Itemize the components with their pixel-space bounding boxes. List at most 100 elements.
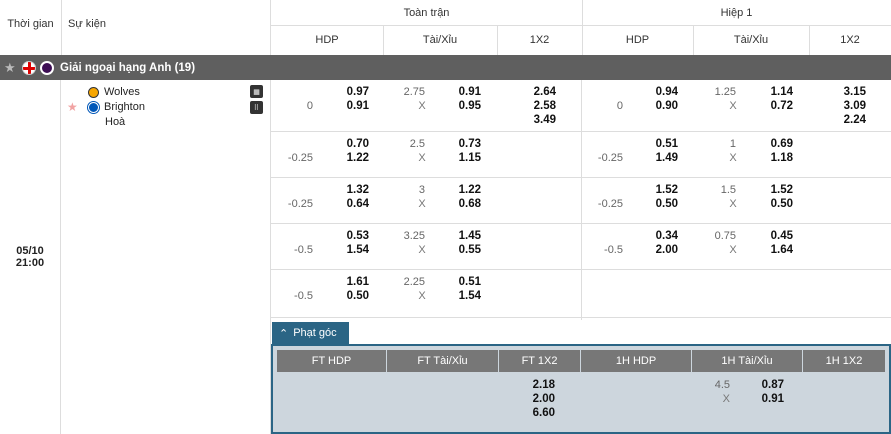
corner-header-h1-ou: 1H Tài/Xỉu	[692, 350, 803, 372]
match-date: 05/10	[16, 245, 44, 257]
ft-under-odds[interactable]: 0.95	[431, 100, 481, 112]
h1-under-odds[interactable]: 1.64	[743, 244, 793, 256]
corner-header-h1-1x2: 1H 1X2	[803, 350, 885, 372]
match-event[interactable]: Wolves ★ Brighton Hoà ▦ ⠿	[61, 80, 271, 434]
ft-hdp-away-odds[interactable]: 1.54	[319, 244, 369, 256]
sub-header-h1-ou: Tài/Xỉu	[733, 34, 769, 46]
ft-hdp-home-odds[interactable]: 0.53	[319, 230, 369, 242]
ft-away-win-odds[interactable]: 2.58	[506, 100, 556, 112]
england-flag-icon	[22, 60, 36, 75]
sub-header-ft-ou: Tài/Xỉu	[422, 34, 458, 46]
ft-ou-x: X	[418, 290, 426, 302]
h1-ou-x: X	[729, 152, 737, 164]
ft-over-odds[interactable]: 0.91	[431, 86, 481, 98]
h1-home-win-odds[interactable]: 3.15	[816, 86, 866, 98]
ft-hdp-line: -0.5	[294, 244, 313, 256]
ft-hdp-line: 0	[306, 100, 313, 112]
ft-draw-odds[interactable]: 3.49	[506, 114, 556, 126]
h1-ou-line: 1	[729, 138, 736, 150]
h1-ou-x: X	[729, 100, 737, 112]
ft-over-odds[interactable]: 1.22	[431, 184, 481, 196]
ft-over-odds[interactable]: 0.73	[431, 138, 481, 150]
ft-under-odds[interactable]: 1.54	[431, 290, 481, 302]
live-field-icon[interactable]: ⠿	[250, 101, 263, 114]
ft-home-win-odds[interactable]: 2.64	[506, 86, 556, 98]
ft-over-odds[interactable]: 1.45	[431, 230, 481, 242]
ft-ou-line: 2.75	[403, 86, 425, 98]
ft-ou-line: 2.5	[409, 138, 425, 150]
table-header: Thời gian Sự kiện Toàn trận Hiệp 1 HDP T…	[0, 0, 891, 55]
favorite-star-icon[interactable]: ★	[4, 60, 18, 76]
ft-ou-line: 3.25	[403, 230, 425, 242]
corner-ft-draw-odds[interactable]: 6.60	[505, 407, 555, 419]
h1-away-win-odds[interactable]: 3.09	[816, 100, 866, 112]
h1-ou-line: 1.5	[720, 184, 736, 196]
h1-draw-odds[interactable]: 2.24	[816, 114, 866, 126]
ft-ou-line: 3	[418, 184, 425, 196]
half1-header: Hiệp 1	[720, 6, 753, 19]
corners-tab[interactable]: ⌃ Phạt góc	[272, 322, 349, 344]
ft-ou-x: X	[418, 100, 426, 112]
h1-hdp-line: 0	[616, 100, 623, 112]
h1-hdp-line: -0.5	[604, 244, 623, 256]
time-column-header: Thời gian	[7, 18, 54, 30]
h1-under-odds[interactable]: 0.50	[743, 198, 793, 210]
draw-label: Hoà	[105, 116, 126, 128]
away-team[interactable]: Brighton	[88, 101, 145, 113]
h1-hdp-home-odds[interactable]: 0.34	[628, 230, 678, 242]
ft-over-odds[interactable]: 0.51	[431, 276, 481, 288]
ft-under-odds[interactable]: 0.68	[431, 198, 481, 210]
h1-hdp-away-odds[interactable]: 1.49	[628, 152, 678, 164]
ft-hdp-away-odds[interactable]: 0.64	[319, 198, 369, 210]
brighton-logo-icon	[88, 101, 99, 113]
home-team-name: Wolves	[104, 86, 140, 98]
corner-h1-over-odds[interactable]: 0.87	[738, 379, 784, 391]
ft-under-odds[interactable]: 1.15	[431, 152, 481, 164]
ft-hdp-home-odds[interactable]: 1.32	[319, 184, 369, 196]
h1-hdp-away-odds[interactable]: 0.50	[628, 198, 678, 210]
ft-ou-x: X	[418, 198, 426, 210]
h1-hdp-home-odds[interactable]: 1.52	[628, 184, 678, 196]
chevron-up-icon: ⌃	[279, 327, 289, 340]
sub-header-h1-1x2: 1X2	[840, 34, 860, 46]
sub-header-h1-hdp: HDP	[625, 34, 650, 46]
league-bar[interactable]: ★ Giải ngoại hạng Anh (19)	[0, 55, 891, 80]
ft-hdp-home-odds[interactable]: 0.70	[319, 138, 369, 150]
ft-hdp-away-odds[interactable]: 0.91	[319, 100, 369, 112]
event-column-header: Sự kiện	[68, 18, 106, 30]
h1-hdp-away-odds[interactable]: 0.90	[628, 100, 678, 112]
home-team[interactable]: Wolves	[88, 86, 140, 98]
corners-tab-label: Phạt góc	[293, 327, 337, 339]
ft-ou-x: X	[418, 244, 426, 256]
h1-hdp-home-odds[interactable]: 0.51	[628, 138, 678, 150]
match-kickoff: 21:00	[15, 257, 45, 269]
h1-hdp-home-odds[interactable]: 0.94	[628, 86, 678, 98]
h1-under-odds[interactable]: 1.18	[743, 152, 793, 164]
ft-under-odds[interactable]: 0.55	[431, 244, 481, 256]
corner-header-h1-hdp: 1H HDP	[581, 350, 692, 372]
ft-hdp-line: -0.5	[294, 290, 313, 302]
ft-ou-x: X	[418, 152, 426, 164]
h1-ou-x: X	[729, 198, 737, 210]
h1-over-odds[interactable]: 1.52	[743, 184, 793, 196]
corner-ft-away-odds[interactable]: 2.00	[505, 393, 555, 405]
ft-hdp-away-odds[interactable]: 1.22	[319, 152, 369, 164]
h1-ou-line: 0.75	[714, 230, 736, 242]
ft-hdp-home-odds[interactable]: 0.97	[319, 86, 369, 98]
corner-header-ft-ou: FT Tài/Xỉu	[387, 350, 499, 372]
h1-hdp-away-odds[interactable]: 2.00	[628, 244, 678, 256]
h1-ou-line: 1.25	[714, 86, 736, 98]
match-favorite-star-icon[interactable]: ★	[67, 100, 78, 114]
h1-under-odds[interactable]: 0.72	[743, 100, 793, 112]
h1-over-odds[interactable]: 0.45	[743, 230, 793, 242]
corner-h1-under-odds[interactable]: 0.91	[738, 393, 784, 405]
corners-panel: FT HDP FT Tài/Xỉu FT 1X2 1H HDP 1H Tài/X…	[271, 344, 891, 434]
h1-over-odds[interactable]: 0.69	[743, 138, 793, 150]
stats-icon[interactable]: ▦	[250, 85, 263, 98]
ft-hdp-line: -0.25	[287, 198, 313, 210]
h1-over-odds[interactable]: 1.14	[743, 86, 793, 98]
premier-league-logo-icon	[40, 60, 54, 75]
corner-ft-home-odds[interactable]: 2.18	[505, 379, 555, 391]
ft-hdp-away-odds[interactable]: 0.50	[319, 290, 369, 302]
ft-hdp-home-odds[interactable]: 1.61	[319, 276, 369, 288]
